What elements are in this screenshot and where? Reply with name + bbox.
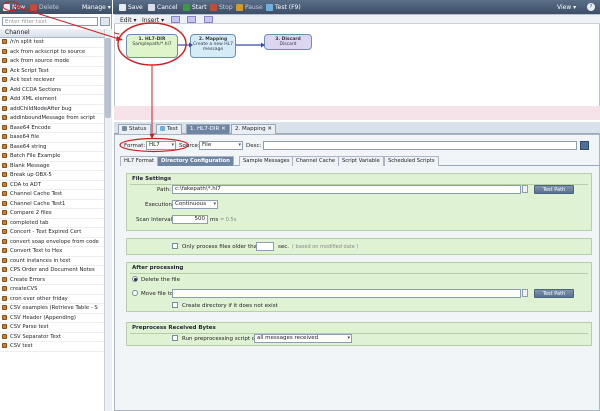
annotation-arrow (13, 5, 123, 41)
annotation-ellipse (2, 1, 20, 11)
annotation-arrowhead (116, 36, 123, 41)
annotation-arrowhead (149, 134, 155, 139)
format-arrow (2, 1, 155, 139)
